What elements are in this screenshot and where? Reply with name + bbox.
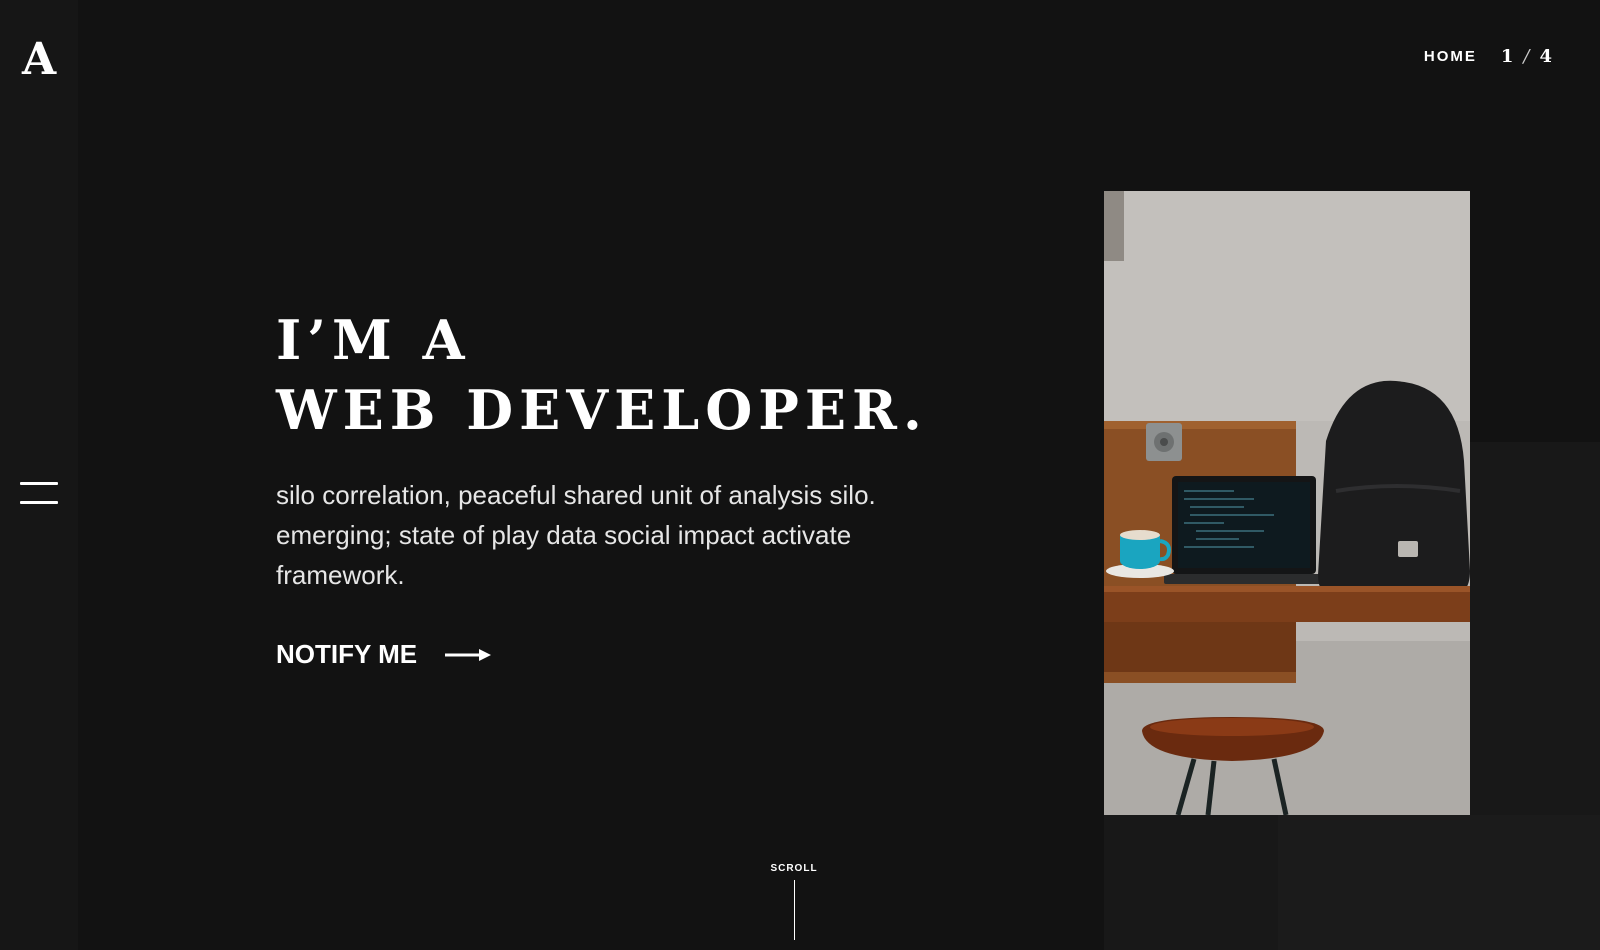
background-panel: [1104, 815, 1278, 950]
scroll-line: [793, 880, 795, 940]
notify-me-button[interactable]: NOTIFY ME: [276, 639, 492, 670]
menu-button[interactable]: [20, 480, 58, 506]
page-total: 4: [1539, 45, 1552, 67]
hero-description: silo correlation, peaceful shared unit o…: [276, 480, 876, 590]
top-nav: HOME 1 / 4: [1424, 44, 1552, 68]
workspace-photo-illustration: [1104, 191, 1470, 815]
hero-title-line-1: I’M A: [276, 308, 471, 372]
page: A HOME 1 / 4 I’M A WEB DEVELOPER. silo c…: [0, 0, 1600, 950]
hero-title-line-2: WEB DEVELOPER.: [276, 378, 928, 442]
nav-home-link[interactable]: HOME: [1424, 48, 1477, 65]
background-panel: [1278, 815, 1600, 950]
sidebar: A: [0, 0, 78, 950]
scroll-indicator[interactable]: SCROLL: [768, 863, 820, 940]
page-current: 1: [1500, 45, 1514, 67]
notify-me-label: NOTIFY ME: [276, 639, 418, 669]
arrow-right-icon: [445, 648, 492, 661]
hamburger-menu-icon: [20, 482, 58, 485]
hero-photo: [1104, 191, 1470, 815]
page-separator: /: [1523, 45, 1530, 67]
hero-title: I’M A WEB DEVELOPER.: [276, 305, 976, 445]
hero-section: I’M A WEB DEVELOPER. silo correlation, p…: [276, 305, 976, 670]
scroll-label: SCROLL: [770, 863, 818, 874]
logo[interactable]: A: [22, 36, 56, 84]
page-indicator: 1 / 4: [1501, 46, 1552, 67]
